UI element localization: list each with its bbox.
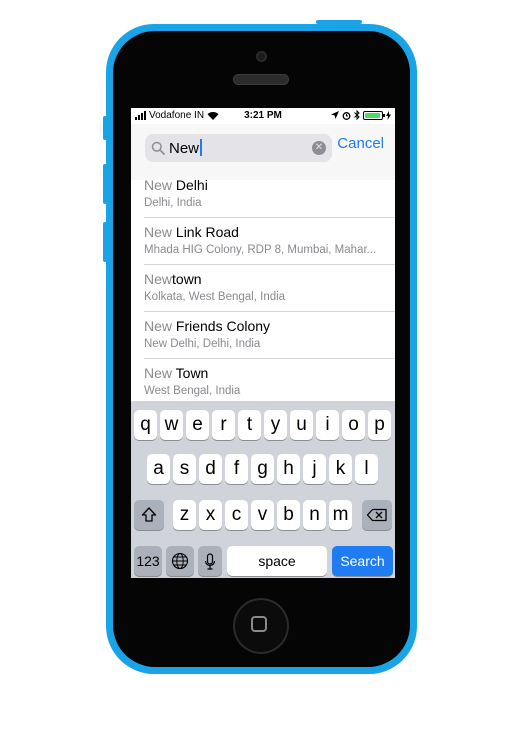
power-button (316, 20, 362, 24)
result-subtitle: Mhada HIG Colony, RDP 8, Mumbai, Mahar..… (144, 244, 377, 256)
key-q[interactable]: q (134, 410, 157, 440)
result-title: Newtown (144, 271, 202, 287)
result-subtitle: Kolkata, West Bengal, India (144, 291, 286, 303)
volume-up-button (103, 164, 107, 204)
shift-arrow-icon (141, 507, 157, 522)
key-r[interactable]: r (212, 410, 235, 440)
result-subtitle: West Bengal, India (144, 385, 241, 397)
search-query: New (169, 140, 200, 157)
status-right (331, 110, 391, 120)
key-o[interactable]: o (342, 410, 365, 440)
search-results-list: New Delhi Delhi, India New Link Road Mha… (131, 171, 395, 406)
search-icon (151, 141, 165, 155)
key-f[interactable]: f (225, 454, 248, 484)
search-query-text: New (169, 139, 203, 157)
key-g[interactable]: g (251, 454, 274, 484)
key-x[interactable]: x (199, 500, 222, 530)
result-title: New Friends Colony (144, 318, 271, 334)
key-l[interactable]: l (355, 454, 378, 484)
result-subtitle: Delhi, India (144, 197, 202, 209)
numbers-key[interactable]: 123 (134, 546, 162, 576)
status-bar: Vodafone IN 3:21 PM (131, 108, 395, 124)
space-key[interactable]: space (227, 546, 327, 576)
front-camera (256, 51, 267, 62)
alarm-icon (342, 111, 351, 120)
key-t[interactable]: t (238, 410, 261, 440)
key-i[interactable]: i (316, 410, 339, 440)
key-u[interactable]: u (290, 410, 313, 440)
key-y[interactable]: y (264, 410, 287, 440)
globe-icon (171, 552, 189, 570)
key-b[interactable]: b (277, 500, 300, 530)
result-title: New Town (144, 365, 209, 381)
shift-key[interactable] (134, 500, 164, 530)
microphone-icon (204, 553, 216, 570)
volume-down-button (103, 222, 107, 262)
result-row-new-link-road[interactable]: New Link Road Mhada HIG Colony, RDP 8, M… (144, 218, 395, 265)
result-title: New Link Road (144, 224, 239, 240)
result-subtitle: New Delhi, Delhi, India (144, 338, 261, 350)
home-button[interactable] (233, 598, 289, 654)
key-s[interactable]: s (173, 454, 196, 484)
keyboard: q w e r t y u i o p a s d f g h j k l z … (131, 401, 395, 578)
key-n[interactable]: n (303, 500, 326, 530)
battery-icon (363, 110, 385, 120)
key-v[interactable]: v (251, 500, 274, 530)
result-row-new-friends-colony[interactable]: New Friends Colony New Delhi, Delhi, Ind… (144, 312, 395, 359)
clear-search-icon[interactable]: ✕ (312, 141, 326, 155)
location-arrow-icon (331, 111, 339, 119)
bluetooth-icon (354, 110, 360, 120)
result-row-new-delhi[interactable]: New Delhi Delhi, India (144, 171, 395, 218)
cancel-button[interactable]: Cancel (337, 135, 384, 152)
key-e[interactable]: e (186, 410, 209, 440)
globe-key[interactable] (166, 546, 194, 576)
result-title: New Delhi (144, 177, 208, 193)
charging-bolt-icon (386, 110, 391, 120)
key-j[interactable]: j (303, 454, 326, 484)
key-p[interactable]: p (368, 410, 391, 440)
backspace-icon (366, 508, 387, 522)
phone-screen: Vodafone IN 3:21 PM New ✕ Cancel New Del… (131, 108, 395, 578)
key-h[interactable]: h (277, 454, 300, 484)
home-square-icon (251, 616, 267, 632)
search-key[interactable]: Search (332, 546, 393, 576)
key-k[interactable]: k (329, 454, 352, 484)
key-c[interactable]: c (225, 500, 248, 530)
key-a[interactable]: a (147, 454, 170, 484)
key-d[interactable]: d (199, 454, 222, 484)
key-w[interactable]: w (160, 410, 183, 440)
result-row-new-town[interactable]: New Town West Bengal, India (144, 359, 395, 406)
delete-key[interactable] (362, 500, 392, 530)
earpiece-speaker (233, 74, 289, 85)
search-input[interactable]: New ✕ (145, 134, 332, 162)
text-cursor (200, 139, 203, 156)
mute-switch (103, 116, 107, 140)
result-row-newtown[interactable]: Newtown Kolkata, West Bengal, India (144, 265, 395, 312)
key-z[interactable]: z (173, 500, 196, 530)
key-m[interactable]: m (329, 500, 352, 530)
dictation-key[interactable] (198, 546, 222, 576)
